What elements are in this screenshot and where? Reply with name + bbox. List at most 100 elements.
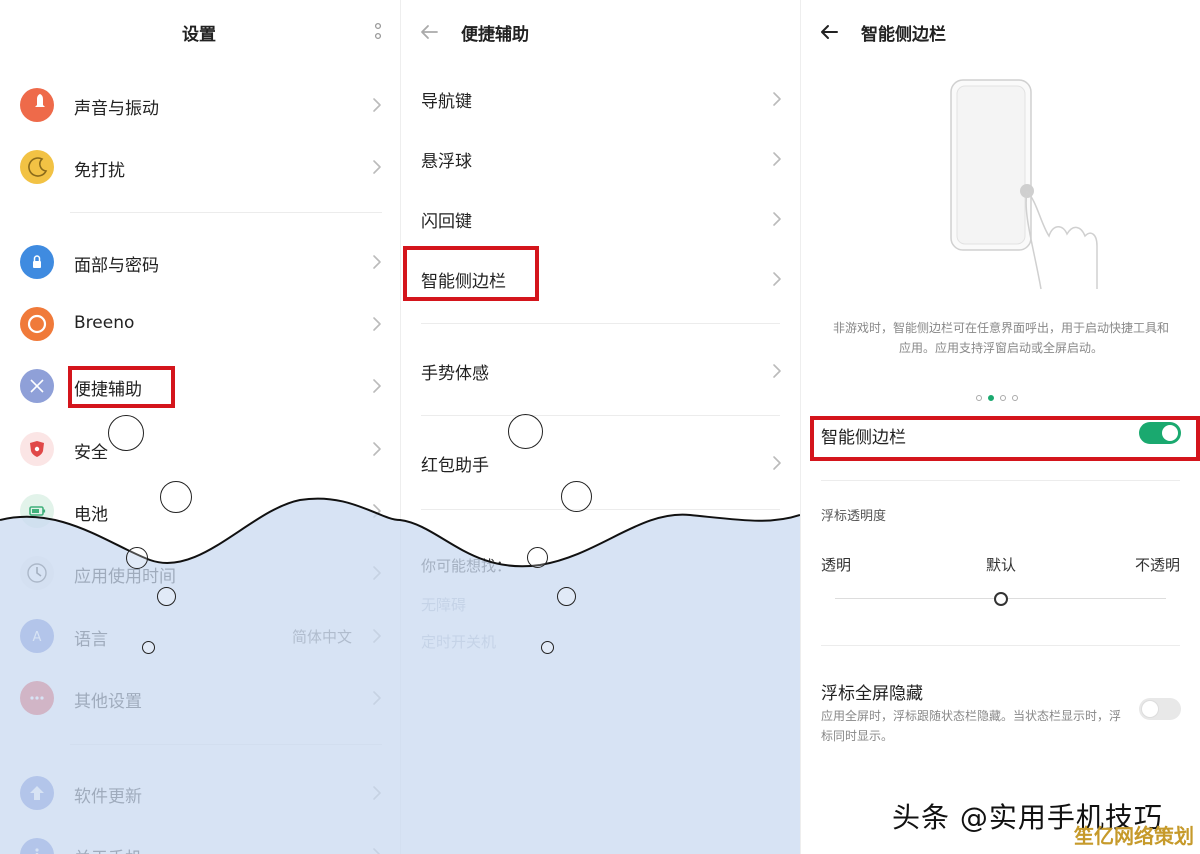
page-title: 便捷辅助 bbox=[461, 25, 529, 45]
chevron-right-icon bbox=[373, 255, 381, 269]
settings-item[interactable]: 免打扰 bbox=[0, 142, 400, 192]
assist-item-label: 悬浮球 bbox=[421, 152, 472, 172]
settings-item-value: 简体中文 bbox=[291, 628, 352, 646]
opacity-label-default: 默认 bbox=[986, 556, 1017, 574]
settings-item-label: 软件更新 bbox=[74, 787, 142, 807]
settings-item[interactable]: 软件更新 bbox=[0, 768, 400, 818]
assist-item-label: 手势体感 bbox=[421, 364, 489, 384]
assist-header: 便捷辅助 bbox=[401, 14, 800, 50]
chevron-right-icon bbox=[773, 272, 781, 286]
settings-item-label: 语言 bbox=[74, 630, 108, 650]
chevron-right-icon bbox=[373, 160, 381, 174]
hide-description: 应用全屏时，浮标跟随状态栏隐藏。当状态栏显示时，浮标同时显示。 bbox=[821, 709, 1122, 743]
assist-item[interactable]: 手势体感 bbox=[401, 346, 800, 394]
battery-icon bbox=[20, 494, 54, 528]
divider bbox=[421, 509, 780, 510]
bubble bbox=[160, 481, 192, 513]
phone-hand-illustration bbox=[950, 79, 1098, 290]
settings-item[interactable]: 关于手机 bbox=[0, 830, 400, 854]
suggest-item[interactable]: 无障碍 bbox=[421, 594, 466, 615]
lock-icon bbox=[20, 245, 54, 279]
assist-item[interactable]: 闪回键 bbox=[401, 194, 800, 242]
chevron-right-icon bbox=[373, 504, 381, 518]
breeno-icon bbox=[20, 307, 54, 341]
divider bbox=[421, 323, 780, 324]
assist-item[interactable]: 导航键 bbox=[401, 74, 800, 122]
settings-item-label: 面部与密码 bbox=[74, 256, 159, 276]
settings-item[interactable]: A 语言 简体中文 bbox=[0, 611, 400, 661]
chevron-right-icon bbox=[373, 848, 381, 854]
chevron-right-icon bbox=[773, 456, 781, 470]
settings-item[interactable]: 便捷辅助 bbox=[0, 361, 400, 411]
shield-icon bbox=[20, 432, 54, 466]
bubble bbox=[557, 587, 576, 606]
more-vertical-icon[interactable] bbox=[374, 22, 382, 42]
assist-item-label: 闪回键 bbox=[421, 212, 472, 232]
bubble bbox=[541, 641, 554, 654]
chevron-right-icon bbox=[373, 691, 381, 705]
assist-icon bbox=[20, 369, 54, 403]
chevron-right-icon bbox=[373, 379, 381, 393]
hide-toggle[interactable] bbox=[1139, 698, 1181, 720]
chevron-right-icon bbox=[773, 364, 781, 378]
assist-item[interactable]: 红包助手 bbox=[401, 438, 800, 486]
settings-item[interactable]: 安全 bbox=[0, 424, 400, 474]
chevron-right-icon bbox=[773, 92, 781, 106]
indicator-dot bbox=[976, 395, 982, 401]
assist-item[interactable]: 悬浮球 bbox=[401, 134, 800, 182]
indicator-dot bbox=[1012, 395, 1018, 401]
watermark-brand: 笙亿网络策划 bbox=[1074, 824, 1194, 848]
opacity-label-low: 透明 bbox=[821, 556, 852, 574]
page-title: 设置 bbox=[182, 25, 216, 45]
assist-item-label: 导航键 bbox=[421, 92, 472, 112]
bubble bbox=[126, 547, 148, 569]
opacity-slider-knob[interactable] bbox=[994, 592, 1008, 606]
chevron-right-icon bbox=[773, 212, 781, 226]
bubble bbox=[527, 547, 548, 568]
sidebar-header: 智能侧边栏 bbox=[801, 14, 1200, 50]
svg-text:A: A bbox=[33, 630, 42, 645]
bubble bbox=[508, 414, 543, 449]
highlight-box bbox=[810, 416, 1200, 461]
opacity-label-high: 不透明 bbox=[1134, 556, 1180, 574]
page-title: 智能侧边栏 bbox=[861, 25, 946, 45]
chevron-right-icon bbox=[373, 317, 381, 331]
suggest-item[interactable]: 定时开关机 bbox=[421, 631, 496, 652]
settings-item-label: 关于手机 bbox=[74, 844, 142, 854]
settings-item-label: 电池 bbox=[74, 505, 108, 525]
indicator-dot bbox=[1000, 395, 1006, 401]
settings-item[interactable]: 面部与密码 bbox=[0, 237, 400, 287]
highlight-box bbox=[68, 366, 175, 408]
hide-title: 浮标全屏隐藏 bbox=[821, 684, 923, 704]
settings-item[interactable]: 电池 bbox=[0, 486, 400, 536]
divider bbox=[70, 212, 382, 213]
divider bbox=[421, 415, 780, 416]
settings-header: 设置 bbox=[0, 14, 400, 50]
indicator-dot-active bbox=[988, 395, 994, 401]
more-dots-icon bbox=[20, 681, 54, 715]
settings-item[interactable]: 声音与振动 bbox=[0, 80, 400, 130]
suggest-title: 你可能想找： bbox=[421, 557, 512, 575]
settings-item[interactable]: Breeno bbox=[0, 299, 400, 349]
chevron-right-icon bbox=[773, 152, 781, 166]
chevron-right-icon bbox=[373, 566, 381, 580]
settings-item[interactable]: 应用使用时间 bbox=[0, 548, 400, 598]
bubble bbox=[108, 415, 144, 451]
chevron-right-icon bbox=[373, 442, 381, 456]
back-arrow-icon[interactable] bbox=[417, 20, 441, 44]
chevron-right-icon bbox=[373, 629, 381, 643]
settings-item[interactable]: 其他设置 bbox=[0, 673, 400, 723]
page-indicator bbox=[976, 386, 1024, 405]
highlight-box bbox=[403, 246, 539, 301]
bell-icon bbox=[20, 88, 54, 122]
update-icon bbox=[20, 776, 54, 810]
chevron-right-icon bbox=[373, 786, 381, 800]
moon-icon bbox=[20, 150, 54, 184]
back-arrow-icon[interactable] bbox=[817, 20, 841, 44]
chevron-right-icon bbox=[373, 98, 381, 112]
info-icon bbox=[20, 838, 54, 854]
settings-item-label: 其他设置 bbox=[74, 692, 142, 712]
language-icon: A bbox=[20, 619, 54, 653]
settings-item-label: Breeno bbox=[74, 313, 135, 333]
divider bbox=[70, 744, 382, 745]
